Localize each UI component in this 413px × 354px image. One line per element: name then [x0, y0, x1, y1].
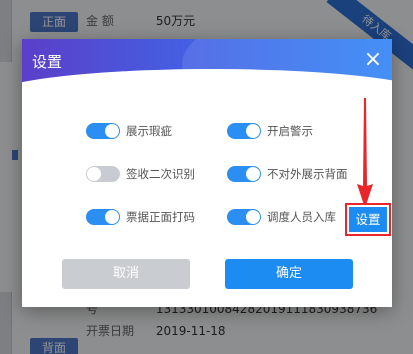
option-label: 调度人员入库 — [267, 210, 336, 224]
toggle-knob — [87, 167, 101, 181]
settings-button[interactable]: 设置 — [349, 207, 387, 232]
toggle-switch[interactable] — [227, 166, 261, 182]
option-label: 展示瑕疵 — [126, 124, 172, 138]
option-hide-back[interactable]: 不对外展示背面 — [227, 166, 348, 182]
toggle-switch[interactable] — [86, 209, 120, 225]
settings-dialog: 设置 × 展示瑕疵 开启警示 签收二次识别 不对外展示背面 票据正面打码 调度人… — [22, 39, 392, 307]
close-button[interactable]: × — [362, 49, 384, 71]
option-label: 不对外展示背面 — [267, 167, 348, 181]
option-label: 票据正面打码 — [126, 210, 195, 224]
dialog-header: 设置 × — [22, 39, 392, 129]
option-dispatcher-storage[interactable]: 调度人员入库 — [227, 209, 336, 225]
option-second-recognition[interactable]: 签收二次识别 — [86, 166, 195, 182]
toggle-knob — [105, 124, 119, 138]
toggle-knob — [246, 210, 260, 224]
toggle-switch[interactable] — [227, 209, 261, 225]
toggle-switch[interactable] — [86, 123, 120, 139]
header-decoration — [22, 69, 392, 129]
option-enable-warning[interactable]: 开启警示 — [227, 123, 313, 139]
option-label: 签收二次识别 — [126, 167, 195, 181]
toggle-switch[interactable] — [86, 166, 120, 182]
dialog-title: 设置 — [32, 53, 63, 71]
cancel-button[interactable]: 取消 — [62, 259, 190, 289]
toggle-knob — [246, 124, 260, 138]
toggle-knob — [105, 210, 119, 224]
option-label: 开启警示 — [267, 124, 313, 138]
confirm-button[interactable]: 确定 — [225, 259, 353, 289]
toggle-knob — [246, 167, 260, 181]
option-show-defects[interactable]: 展示瑕疵 — [86, 123, 172, 139]
toggle-switch[interactable] — [227, 123, 261, 139]
annotation-arrow — [357, 98, 373, 208]
option-mask-front[interactable]: 票据正面打码 — [86, 209, 195, 225]
